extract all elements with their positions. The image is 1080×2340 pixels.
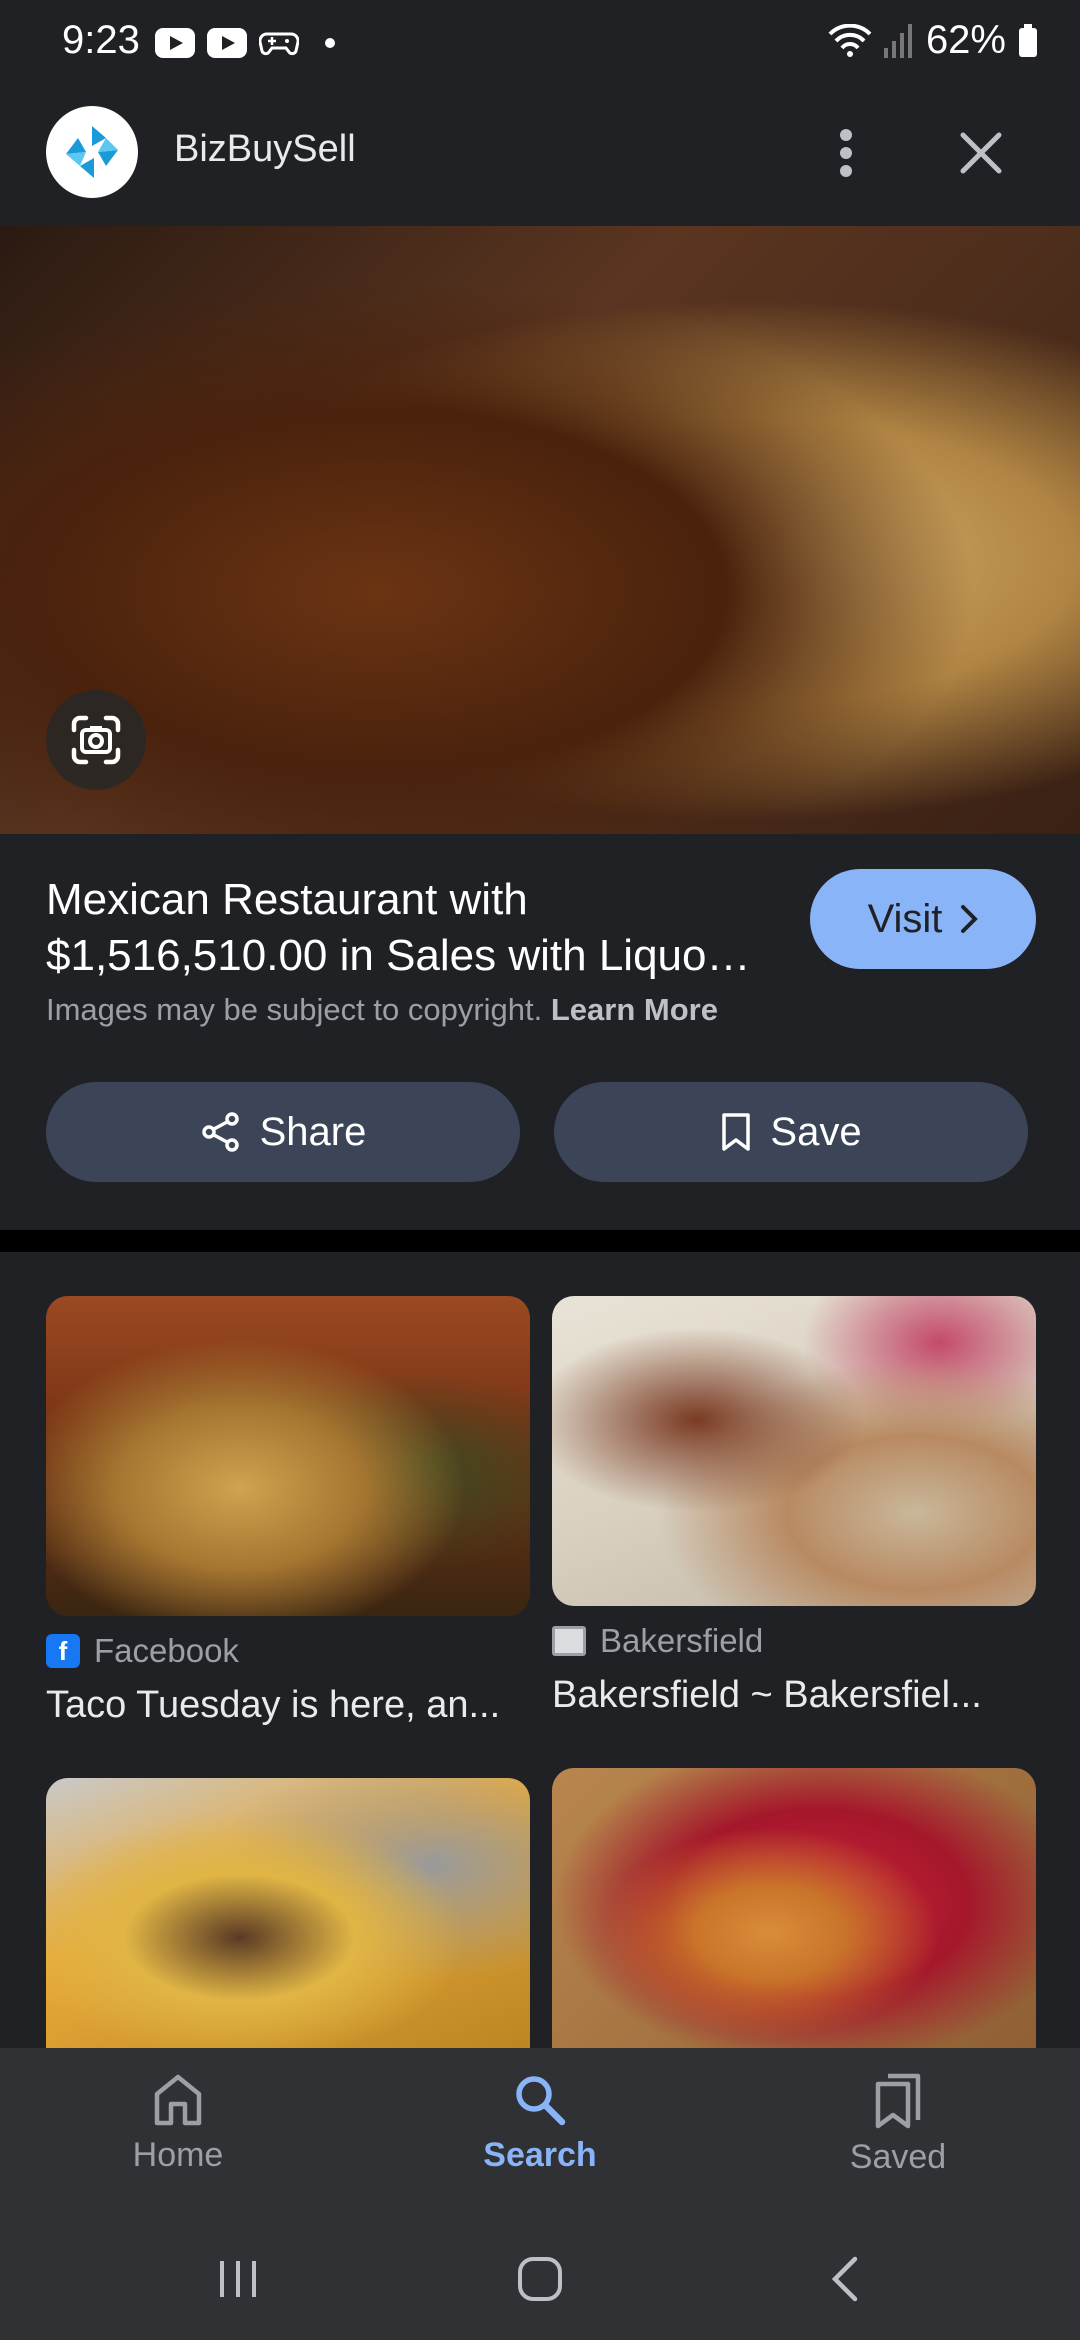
- section-divider: [0, 1230, 1080, 1252]
- related-source[interactable]: f Facebook: [46, 1632, 239, 1670]
- save-label: Save: [770, 1109, 862, 1154]
- signal-icon: [883, 23, 912, 58]
- recent-apps-icon: [220, 2261, 256, 2297]
- game-controller-icon: [259, 32, 299, 56]
- result-title-line1: Mexican Restaurant with: [46, 875, 528, 924]
- status-right: 62%: [828, 18, 1038, 63]
- close-button[interactable]: [946, 118, 1016, 188]
- recent-apps-button[interactable]: [198, 2244, 278, 2314]
- hero-image[interactable]: [0, 226, 1080, 834]
- status-notification-icons: [155, 28, 335, 58]
- nav-saved-label: Saved: [849, 2138, 947, 2176]
- related-caption[interactable]: Bakersfield ~ Bakersfiel...: [552, 1674, 1036, 1717]
- site-name[interactable]: BizBuySell: [174, 128, 356, 171]
- notification-dot: [325, 38, 335, 48]
- copyright-notice: Images may be subject to copyright. Lear…: [46, 992, 718, 1028]
- related-source-name: Bakersfield: [600, 1622, 764, 1659]
- nav-home-label: Home: [132, 2136, 224, 2174]
- related-source-name: Facebook: [94, 1632, 239, 1669]
- back-chevron-icon: [831, 2256, 858, 2302]
- bookmark-icon: [722, 1113, 751, 1151]
- related-image-thumbnail[interactable]: [552, 1296, 1036, 1606]
- result-title-line2: $1,516,510.00 in Sales with Liquo…: [46, 931, 751, 980]
- status-time: 9:23: [62, 18, 140, 62]
- related-image-thumbnail[interactable]: [46, 1296, 530, 1616]
- copyright-text: Images may be subject to copyright.: [46, 992, 543, 1027]
- related-source[interactable]: Bakersfield: [552, 1622, 763, 1660]
- nav-saved[interactable]: Saved: [788, 2072, 1008, 2177]
- bizbuysell-logo-icon: [66, 126, 118, 178]
- result-title[interactable]: Mexican Restaurant with $1,516,510.00 in…: [46, 872, 786, 984]
- related-image-thumbnail[interactable]: [46, 1778, 530, 2048]
- back-button[interactable]: [804, 2244, 884, 2314]
- related-caption[interactable]: Taco Tuesday is here, an...: [46, 1684, 530, 1727]
- visit-button[interactable]: Visit: [810, 869, 1036, 969]
- related-image-thumbnail[interactable]: [552, 1768, 1036, 2048]
- facebook-favicon-icon: f: [46, 1634, 80, 1668]
- share-label: Share: [259, 1109, 367, 1154]
- system-navigation-bar: [0, 2218, 1080, 2340]
- learn-more-link[interactable]: Learn More: [551, 992, 718, 1027]
- result-info: Mexican Restaurant with $1,516,510.00 in…: [0, 834, 1080, 1230]
- home-icon: [154, 2074, 202, 2126]
- bottom-navigation: Home Search Saved: [0, 2048, 1080, 2218]
- visit-label: Visit: [867, 896, 943, 941]
- wifi-icon: [828, 23, 872, 57]
- more-vert-icon: [840, 129, 852, 177]
- more-options-button[interactable]: [818, 118, 874, 188]
- google-lens-button[interactable]: [46, 690, 146, 790]
- youtube-notification-icon: [155, 28, 195, 58]
- save-button[interactable]: Save: [554, 1082, 1028, 1182]
- viewer-header: BizBuySell: [0, 88, 1080, 226]
- share-icon: [201, 1112, 239, 1152]
- battery-percent: 62%: [925, 18, 1006, 62]
- search-icon: [516, 2076, 566, 2126]
- status-bar: 9:23 62%: [0, 0, 1080, 88]
- nav-home[interactable]: Home: [68, 2072, 288, 2175]
- home-circle-icon: [518, 2257, 562, 2301]
- site-favicon-icon: [552, 1626, 586, 1656]
- nav-search-label: Search: [483, 2136, 597, 2174]
- close-icon: [960, 132, 1002, 174]
- youtube-notification-icon: [207, 28, 247, 58]
- site-logo: [46, 106, 138, 198]
- nav-search[interactable]: Search: [430, 2072, 650, 2175]
- share-button[interactable]: Share: [46, 1082, 520, 1182]
- chevron-right-icon: [961, 905, 979, 933]
- lens-icon: [71, 715, 121, 765]
- battery-icon: [1019, 23, 1037, 57]
- saved-icon: [875, 2073, 921, 2129]
- related-images-grid: f Facebook Taco Tuesday is here, an... B…: [0, 1252, 1080, 2048]
- home-system-button[interactable]: [500, 2244, 580, 2314]
